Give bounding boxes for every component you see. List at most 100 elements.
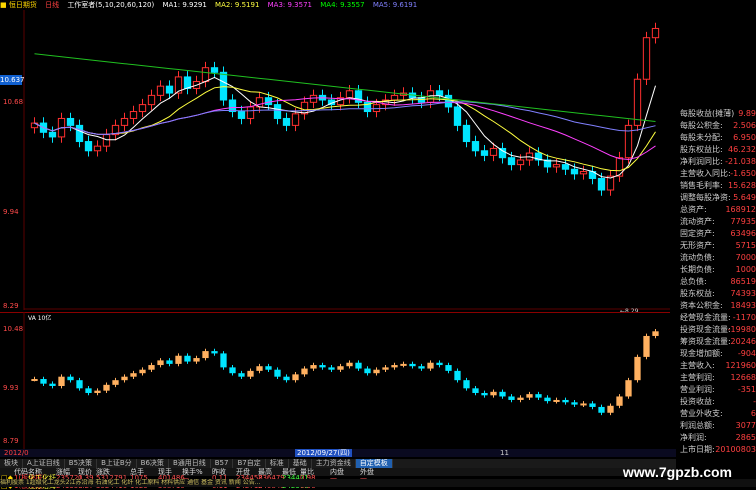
ma5-readout: MA5: 9.6191 <box>372 1 418 9</box>
financial-row: 筹资现金流量: 20246 <box>676 336 756 348</box>
candle-body <box>642 37 651 80</box>
financial-label: 总负债: <box>680 277 707 286</box>
candle-body <box>570 168 579 175</box>
financial-row: 调整每股净资: 5.649 <box>676 192 756 204</box>
sub-candle-body <box>418 366 425 369</box>
indicator-label[interactable]: 工作室者(5,10,20,60,120) <box>67 1 154 9</box>
sub-candle-body <box>139 369 146 374</box>
financial-row: 现金增加额: -904 <box>676 348 756 360</box>
candle-body <box>633 78 642 126</box>
sub-candle-body <box>589 403 596 407</box>
sub-y-label-low: 8.79 <box>3 437 19 445</box>
financial-row: 净利润同比: -21.038 <box>676 156 756 168</box>
candle-body <box>183 76 192 89</box>
sub-candle-body <box>580 403 587 406</box>
sub-candle-body <box>427 362 434 369</box>
timeframe-label[interactable]: 日线 <box>45 1 59 9</box>
candle-body <box>156 85 165 96</box>
sub-candle-body <box>130 373 137 377</box>
financial-label: 营业利润: <box>680 385 715 394</box>
sub-candle-body <box>490 391 497 396</box>
financial-value: 20100803 <box>715 445 756 454</box>
financial-row: 主营收入同比: -1.650 <box>676 168 756 180</box>
financial-value: 121960 <box>725 361 756 370</box>
sub-candle-body <box>481 392 488 396</box>
sub-candle-body <box>373 369 380 374</box>
ma2-readout: MA2: 9.5191 <box>215 1 260 9</box>
sub-candle-body <box>652 331 659 336</box>
indicator-tab[interactable]: 主力资金线 <box>312 459 356 468</box>
candle-body <box>579 171 588 175</box>
sub-candle-body <box>328 367 335 370</box>
news-ticker[interactable]: 福利股票 1超级化工龙头2江苏沿海 石油化工 化纤 化工原料 材料供应 通信 基… <box>0 479 756 487</box>
stock-title: ■ 恒日期货 <box>0 1 37 9</box>
sub-chart-title: VA 10亿 <box>28 315 52 322</box>
financial-value: 63496 <box>730 229 756 238</box>
sub-candle-body <box>112 380 119 385</box>
sub-candle-body <box>598 406 605 413</box>
sub-candle-body <box>400 363 407 366</box>
indicator-tab[interactable]: B上证B分 <box>97 459 137 468</box>
financial-label: 股东权益: <box>680 289 715 298</box>
financial-value: 77935 <box>730 217 756 226</box>
financial-row: 营业外收支: 6 <box>676 408 756 420</box>
indicator-tab[interactable]: B通用日线 <box>169 459 211 468</box>
financial-value: 9.89 <box>738 109 756 118</box>
financial-value: 1000 <box>735 265 756 274</box>
financial-value: 5715 <box>735 241 756 250</box>
candle-body <box>291 113 300 126</box>
financial-row: 主营利润: 12668 <box>676 372 756 384</box>
sub-candle-body <box>301 368 308 375</box>
candle-body <box>498 147 507 159</box>
candle-body <box>489 147 498 156</box>
indicator-tab[interactable]: B57 <box>211 459 234 468</box>
sub-candle-body <box>616 396 623 406</box>
financial-label: 主营利润: <box>680 373 715 382</box>
indicator-tab[interactable]: B6决策 <box>137 459 169 468</box>
sub-candle-body <box>175 355 182 364</box>
financial-label: 投资收益: <box>680 397 715 406</box>
candle-body <box>48 131 57 138</box>
watermark-text: www.7gpzb.com <box>622 464 732 480</box>
date-axis: 2012/0 2012/09/27(四) 11 <box>0 449 676 457</box>
financial-value: -19980 <box>727 325 756 334</box>
sub-candle-body <box>517 397 524 400</box>
candle-body <box>264 97 273 106</box>
candle-body <box>246 106 255 119</box>
date-left: 2012/0 <box>4 449 29 457</box>
indicator-tab[interactable]: 标准 <box>266 459 289 468</box>
financial-label: 营业外收支: <box>680 409 723 418</box>
financial-row: 股东权益: 74393 <box>676 288 756 300</box>
candle-body <box>282 117 291 126</box>
candlestick-chart[interactable] <box>0 10 670 310</box>
volume-indicator-chart[interactable] <box>0 312 670 450</box>
candle-body <box>462 124 471 143</box>
y-axis-label-low: 8.29 <box>3 302 19 310</box>
sub-candle-body <box>526 394 533 398</box>
candle-body <box>516 159 525 166</box>
chart-title-bar: ■ 恒日期货 日线 工作室者(5,10,20,60,120) MA1: 9.92… <box>0 0 756 10</box>
financial-row: 无形资产: 5715 <box>676 240 756 252</box>
financial-label: 主营收入: <box>680 361 715 370</box>
indicator-tab[interactable]: 基础 <box>289 459 312 468</box>
sub-candle-body <box>337 366 344 370</box>
indicator-tab[interactable]: B7自定 <box>233 459 266 468</box>
financial-label: 无形资产: <box>680 241 715 250</box>
indicator-tab[interactable]: A上证目线 <box>23 459 65 468</box>
financial-value: 86519 <box>730 277 756 286</box>
financial-value: 7000 <box>735 253 756 262</box>
financial-value: 18493 <box>730 301 756 310</box>
sub-candle-body <box>94 390 101 393</box>
candle-body <box>120 117 129 126</box>
financial-label: 利润总额: <box>680 421 715 430</box>
indicator-tab[interactable]: 板块 <box>0 459 23 468</box>
financial-label: 投资现金流量: <box>680 325 731 334</box>
sub-candle-body <box>310 365 317 369</box>
financial-row: 营业利润: -351 <box>676 384 756 396</box>
financial-value: -21.038 <box>725 157 756 166</box>
financial-row: 固定资产: 63496 <box>676 228 756 240</box>
indicator-tab[interactable]: B5决策 <box>65 459 98 468</box>
indicator-tab[interactable]: 自定模板 <box>355 459 393 468</box>
financial-value: 5.649 <box>733 193 756 202</box>
financial-label: 净利润同比: <box>680 157 723 166</box>
